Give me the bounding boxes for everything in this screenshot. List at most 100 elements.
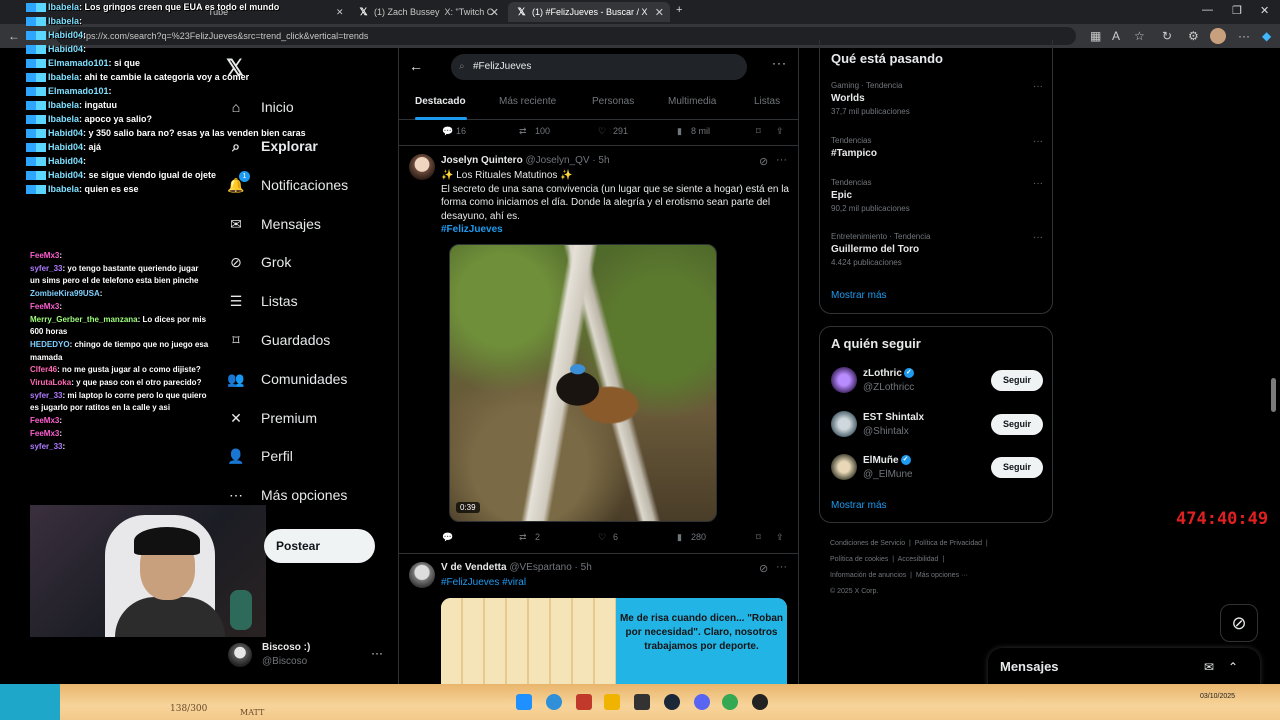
show-more-link[interactable]: Mostrar más [831, 500, 887, 511]
close-window-icon[interactable]: ✕ [1260, 4, 1269, 17]
maximize-icon[interactable]: ❐ [1232, 4, 1242, 17]
like-icon[interactable]: ♡ [598, 126, 606, 137]
expand-icon[interactable]: ⌃ [1228, 660, 1238, 674]
footer-link[interactable]: Condiciones de Servicio [830, 540, 905, 547]
nav-item-listas[interactable]: ☰ Listas [226, 289, 298, 313]
back-arrow-icon[interactable]: ← [409, 58, 423, 74]
trend-item[interactable]: Tendencias #Tampico ··· [831, 136, 1043, 159]
trend-item[interactable]: Entretenimiento · Tendencia Guillermo del… [831, 232, 1043, 267]
follow-button[interactable]: Seguir [991, 414, 1043, 435]
close-icon[interactable]: ✕ [490, 6, 499, 19]
grok-float-button[interactable]: ⊘ [1220, 604, 1258, 642]
browser-tab[interactable]: 𝕏 (1) Zach Bussey X: "Twitch C ✕ [350, 2, 505, 22]
profile-avatar-icon[interactable] [1210, 28, 1226, 44]
like-icon[interactable]: ♡ [598, 532, 606, 543]
tweet-image[interactable]: Me de risa cuando dicen... "Roban por ne… [441, 598, 787, 690]
bookmark-icon[interactable]: ⌑ [756, 126, 761, 137]
app-icon[interactable] [634, 694, 650, 710]
copilot-icon[interactable]: ◆ [1262, 29, 1271, 43]
more-dots-icon[interactable]: ··· [1033, 136, 1043, 147]
tab-personas[interactable]: Personas [592, 96, 634, 107]
footer-link[interactable]: Accesibilidad [898, 556, 939, 563]
trend-item[interactable]: Gaming · Tendencia Worlds 37,7 mil publica… [831, 81, 1043, 116]
footer-link[interactable]: Información de anuncios [830, 572, 906, 579]
bookmark-icon[interactable]: ⌑ [756, 532, 761, 543]
follow-button[interactable]: Seguir [991, 457, 1043, 478]
steam-icon[interactable] [664, 694, 680, 710]
grok-icon[interactable]: ⊘ [759, 155, 768, 168]
nav-item-explorar[interactable]: ⌕ Explorar [226, 134, 318, 158]
new-tab-icon[interactable]: + [676, 4, 682, 16]
views-icon[interactable]: ▮ [677, 126, 682, 137]
avatar[interactable] [409, 562, 435, 588]
more-dots-icon[interactable]: ··· [1033, 178, 1043, 189]
share-icon[interactable]: ⇪ [776, 532, 784, 543]
nav-item-guardados[interactable]: ⌑ Guardados [226, 328, 330, 352]
footer-link[interactable]: Más opciones ··· [916, 572, 968, 579]
avatar[interactable] [831, 367, 857, 393]
more-dots-icon[interactable]: ··· [1033, 81, 1043, 92]
avatar[interactable] [831, 411, 857, 437]
views-icon[interactable]: ▮ [677, 532, 682, 543]
windows-start-icon[interactable] [516, 694, 532, 710]
follow-button[interactable]: Seguir [991, 370, 1043, 391]
tab-multimedia[interactable]: Multimedia [668, 96, 716, 107]
nav-item-mensajes[interactable]: ✉ Mensajes [226, 212, 321, 236]
reply-icon[interactable]: 💬 [442, 126, 453, 137]
tweet-author[interactable]: Joselyn Quintero @Joselyn_QV · 5h [441, 155, 610, 166]
more-dots-icon[interactable]: ··· [776, 561, 787, 573]
hashtag-link[interactable]: #FelizJueves [441, 223, 791, 237]
tweet-author[interactable]: V de Vendetta @VEspartano · 5h [441, 562, 592, 573]
folder-icon[interactable] [604, 694, 620, 710]
follow-suggestion[interactable]: ElMuñe ✓ @_ElMune Seguir [831, 454, 1043, 484]
follow-suggestion[interactable]: EST Shintalx @Shintalx Seguir [831, 411, 1043, 441]
chrome-icon[interactable] [722, 694, 738, 710]
refresh-icon[interactable]: ↻ [1162, 29, 1172, 43]
footer-link[interactable]: Política de cookies [830, 556, 888, 563]
grok-icon[interactable]: ⊘ [759, 562, 768, 575]
tray-clock[interactable]: 03/10/2025 [1200, 692, 1235, 702]
search-input[interactable]: ⌕ #FelizJueves [451, 54, 747, 80]
avatar[interactable] [409, 154, 435, 180]
puzzle-icon[interactable]: ⚙ [1188, 29, 1199, 43]
more-dots-icon[interactable]: ··· [1033, 232, 1043, 243]
close-icon[interactable]: ✕ [655, 6, 664, 19]
x-logo-icon[interactable]: 𝕏 [226, 57, 248, 79]
extension-icon[interactable]: ▦ [1090, 29, 1101, 43]
obs-icon[interactable] [752, 694, 768, 710]
browser-tab-active[interactable]: 𝕏 (1) #FelizJueves - Buscar / X ✕ [508, 2, 670, 22]
more-dots-icon[interactable]: ··· [776, 154, 787, 166]
tab-mas-reciente[interactable]: Más reciente [499, 96, 556, 107]
nav-item-grok[interactable]: ⊘ Grok [226, 250, 291, 274]
nav-item-notificaciones[interactable]: 🔔 1 Notificaciones [226, 171, 348, 197]
menu-dots-icon[interactable]: ··· [1238, 29, 1250, 43]
edge-icon[interactable] [546, 694, 562, 710]
messages-drawer[interactable]: Mensajes ✉ ⌃ [988, 648, 1260, 688]
avatar[interactable] [831, 454, 857, 480]
read-aloud-icon[interactable]: A [1112, 29, 1120, 43]
tab-destacado[interactable]: Destacado [415, 96, 466, 107]
tweet-video[interactable]: 0:39 [449, 244, 717, 522]
follow-suggestion[interactable]: zLothric ✓ @ZLothricc Seguir [831, 367, 1043, 397]
discord-icon[interactable] [694, 694, 710, 710]
hashtag-link[interactable]: #FelizJueves #viral [441, 576, 526, 590]
back-icon[interactable]: ← [8, 29, 20, 43]
scrollbar[interactable] [1271, 378, 1276, 412]
nav-item-inicio[interactable]: ⌂ Inicio [226, 95, 294, 119]
share-icon[interactable]: ⇪ [776, 126, 784, 137]
app-icon[interactable] [576, 694, 592, 710]
account-switcher[interactable]: Biscoso :) @Biscoso ··· [228, 640, 388, 672]
more-dots-icon[interactable]: ··· [371, 646, 383, 660]
nav-item-premium[interactable]: ✕ Premium [226, 406, 317, 430]
repost-icon[interactable]: ⇄ [519, 126, 527, 137]
footer-link[interactable]: Política de Privacidad [915, 540, 982, 547]
more-dots-icon[interactable]: ··· [772, 56, 787, 70]
nav-item-mas-opciones[interactable]: ⋯ Más opciones [226, 483, 347, 507]
reply-icon[interactable]: 💬 [442, 532, 453, 543]
nav-item-comunidades[interactable]: 👥 Comunidades [226, 367, 347, 391]
favorite-star-icon[interactable]: ☆ [1134, 29, 1145, 43]
post-button[interactable]: Postear [264, 529, 375, 563]
minimize-icon[interactable]: — [1202, 4, 1213, 16]
new-message-icon[interactable]: ✉ [1204, 660, 1214, 674]
trend-item[interactable]: Tendencias Epic 90,2 mil publicaciones ··· [831, 178, 1043, 213]
